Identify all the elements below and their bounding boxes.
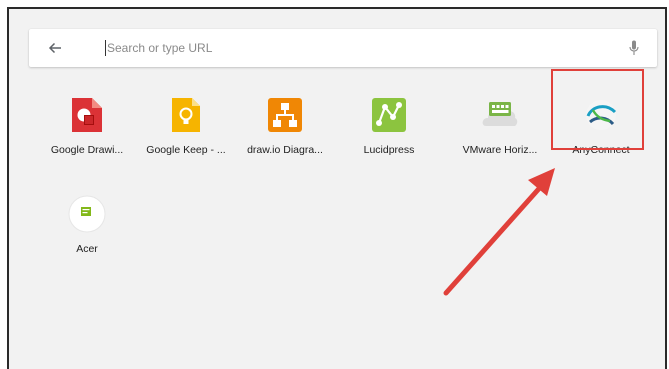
annotation-arrow bbox=[443, 168, 555, 296]
